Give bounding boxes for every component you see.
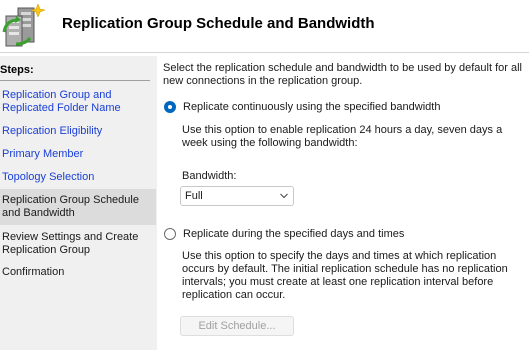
page-title: Replication Group Schedule and Bandwidth bbox=[62, 15, 375, 32]
replication-wizard-icon bbox=[2, 3, 46, 47]
page-description: Select the replication schedule and band… bbox=[163, 62, 529, 88]
step-replication-group-name[interactable]: Replication Group and Replicated Folder … bbox=[0, 89, 156, 115]
edit-schedule-button[interactable]: Edit Schedule... bbox=[180, 316, 294, 336]
scheduled-radio[interactable] bbox=[164, 228, 176, 240]
step-confirmation: Confirmation bbox=[2, 266, 65, 278]
bandwidth-select[interactable]: Full bbox=[180, 186, 294, 206]
scheduled-radio-label[interactable]: Replicate during the specified days and … bbox=[183, 228, 404, 241]
step-schedule-bandwidth: Replication Group Schedule and Bandwidth bbox=[0, 189, 156, 225]
continuous-help-text: Use this option to enable replication 24… bbox=[182, 124, 503, 149]
description-text: Select the replication schedule and band… bbox=[163, 62, 522, 87]
step-replication-eligibility[interactable]: Replication Eligibility bbox=[0, 125, 156, 138]
step-primary-member[interactable]: Primary Member bbox=[0, 148, 156, 161]
bandwidth-select-value: Full bbox=[185, 190, 203, 202]
scheduled-help-text: Use this option to specify the days and … bbox=[182, 250, 508, 301]
chevron-down-icon bbox=[280, 193, 288, 199]
step-topology-selection[interactable]: Topology Selection bbox=[0, 171, 156, 184]
steps-heading: Steps: bbox=[0, 64, 34, 76]
header-divider-highlight bbox=[0, 53, 529, 54]
continuous-radio-label[interactable]: Replicate continuously using the specifi… bbox=[183, 101, 440, 114]
bandwidth-label: Bandwidth: bbox=[182, 170, 237, 182]
continuous-radio[interactable] bbox=[164, 101, 176, 113]
step-review-settings: Review Settings and Create Replication G… bbox=[2, 231, 139, 256]
wizard-header: Replication Group Schedule and Bandwidth bbox=[0, 0, 529, 52]
steps-divider bbox=[0, 80, 150, 81]
